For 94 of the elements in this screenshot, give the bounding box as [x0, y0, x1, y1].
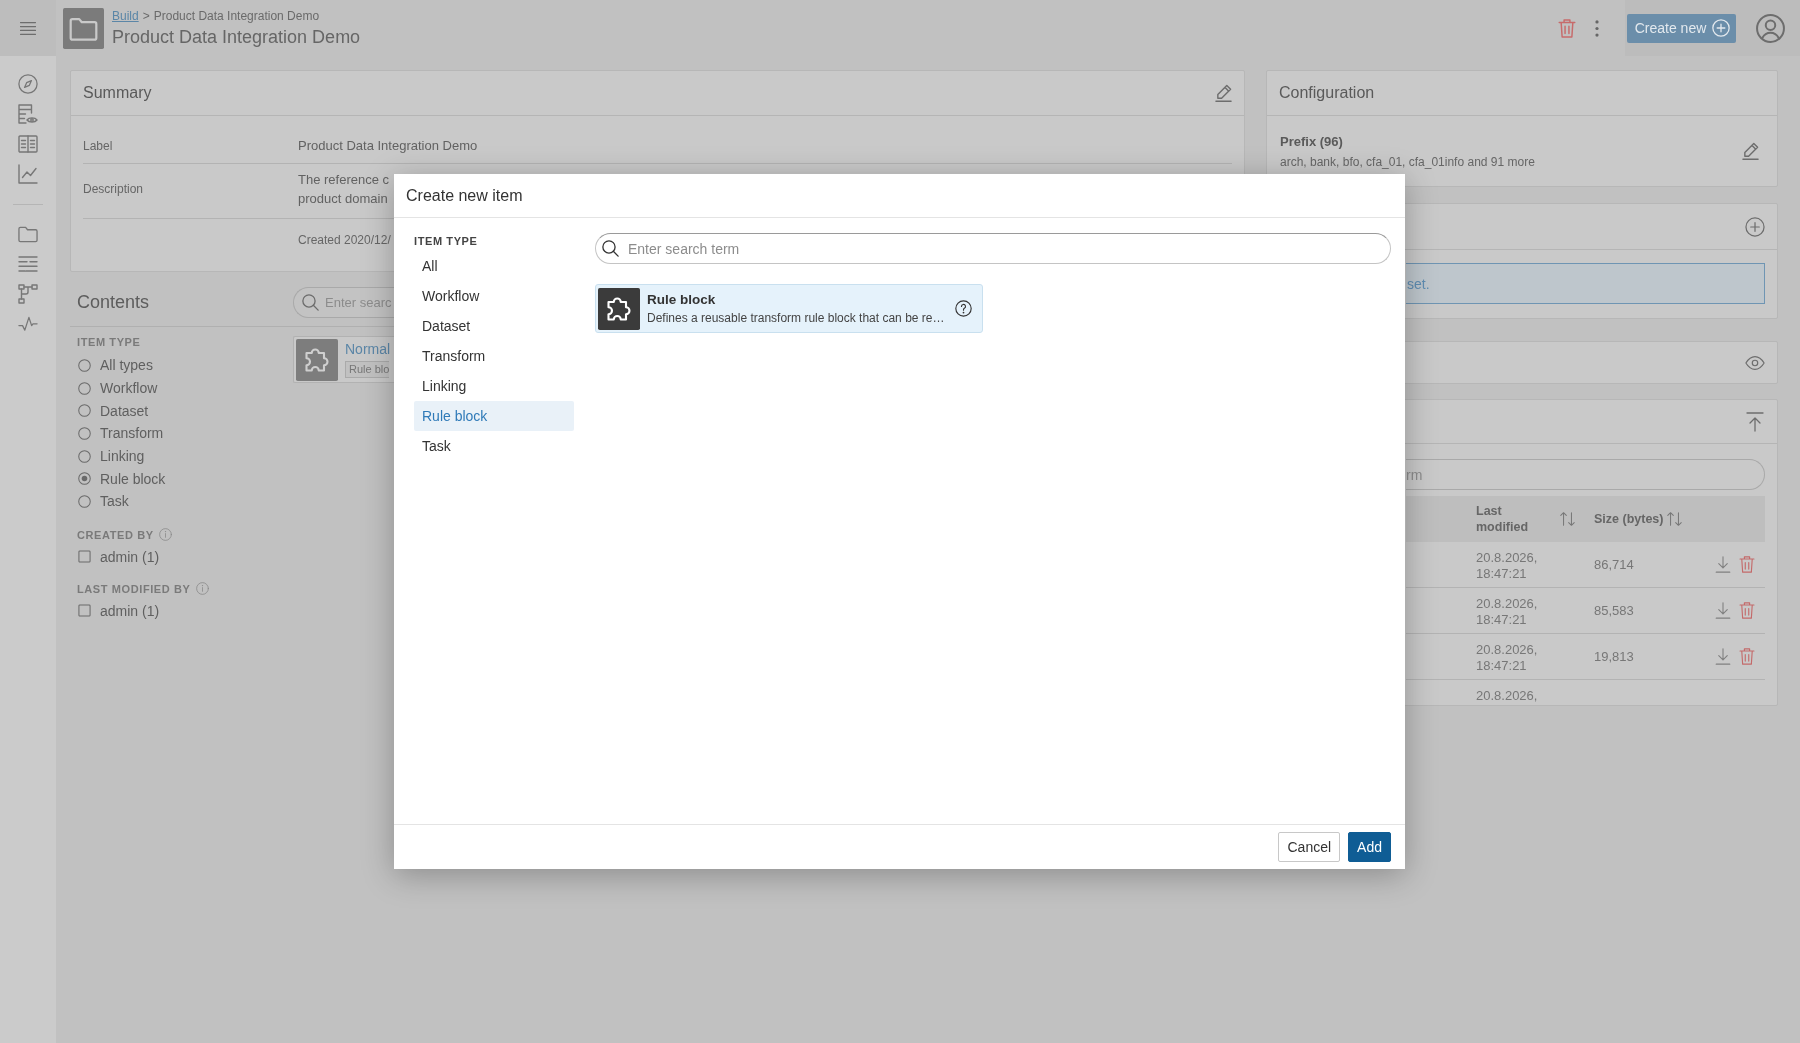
dialog-button[interactable]: Cancel [1278, 832, 1341, 862]
radio-button[interactable] [78, 404, 91, 418]
checkbox[interactable] [78, 550, 91, 564]
table-cell-text: 85,583 [1593, 602, 1635, 619]
prefix-title: Prefix (96) [1280, 132, 1344, 151]
radio-button[interactable] [78, 358, 91, 372]
search-field[interactable]: Enter search term [595, 233, 1391, 264]
page-title: Product Data Integration Demo [112, 25, 361, 48]
filter-title: ITEM TYPE [77, 336, 141, 348]
table-cell-text: 20.8.2026, 18:47:21 [1475, 549, 1539, 582]
filter-title: CREATED BY [77, 528, 154, 541]
radio-button[interactable] [78, 472, 91, 486]
folder-icon [63, 7, 104, 49]
breadcrumb-current: Product Data Integration Demo [153, 8, 320, 23]
option-label: Rule block [100, 470, 166, 487]
breadcrumb-separator: > [142, 8, 150, 23]
message-text: set. [1406, 275, 1430, 292]
option-label: Workflow [100, 380, 158, 397]
option-label: admin (1) [100, 602, 160, 619]
add-icon [1712, 19, 1731, 37]
trash-icon[interactable] [1739, 648, 1755, 665]
field-label: Description [83, 181, 144, 197]
radio-button[interactable] [78, 426, 91, 440]
item-type-option[interactable]: Linking [414, 371, 574, 401]
download-icon[interactable] [1715, 648, 1731, 665]
user-icon[interactable] [1756, 13, 1785, 43]
compass-icon[interactable] [18, 74, 38, 94]
search-icon [602, 240, 619, 257]
download-icon[interactable] [1715, 602, 1731, 619]
column-header: Last modified [1476, 503, 1530, 535]
menu-icon[interactable] [20, 21, 36, 35]
add-icon[interactable] [1745, 216, 1765, 237]
type-tag: Rule blo [345, 361, 390, 378]
checkbox[interactable] [78, 604, 91, 618]
result-description: Defines a reusable transform rule block that can be re… [647, 310, 945, 326]
prefix-values: arch, bank, bfo, cfa_01, cfa_01info and 91 more [1280, 153, 1535, 170]
info-icon[interactable] [158, 528, 172, 542]
search-field[interactable]: rm [1406, 459, 1765, 490]
trash-icon[interactable] [1739, 602, 1755, 619]
option-label: All types [100, 357, 153, 374]
option-label: Task [100, 493, 129, 510]
item-type-option[interactable]: Task [414, 431, 574, 461]
puzzle-icon [296, 339, 338, 381]
field-value: Product Data Integration Demo [298, 138, 478, 154]
item-type-option[interactable]: Transform [414, 341, 574, 371]
result-card[interactable]: Rule block Defines a reusable transform rule block that can be re… [595, 284, 983, 333]
filter-title: ITEM TYPE [414, 235, 479, 247]
dialog-button[interactable]: Add [1348, 832, 1391, 862]
table-cell-text: 20.8.2026, [1475, 687, 1539, 704]
filter-title: LAST MODIFIED BY [77, 582, 191, 595]
sort-icon[interactable] [1667, 511, 1683, 527]
field-label: Label [83, 138, 113, 154]
item-type-option[interactable]: All [414, 251, 574, 281]
folder-icon[interactable] [18, 224, 38, 244]
branch-icon[interactable] [18, 284, 38, 304]
edit-icon[interactable] [1742, 141, 1759, 161]
card-title: Summary [83, 84, 152, 102]
more-icon[interactable] [1595, 19, 1599, 37]
info-icon[interactable] [195, 582, 209, 596]
lines-icon[interactable] [18, 254, 38, 274]
puzzle-icon [598, 287, 640, 330]
radio-button[interactable] [78, 449, 91, 463]
option-label: Transform [100, 425, 164, 442]
table-cell-text: 20.8.2026, 18:47:21 [1475, 595, 1539, 628]
column-header: Size (bytes) [1594, 511, 1664, 527]
pulse-icon[interactable] [18, 314, 38, 334]
sort-icon[interactable] [1560, 511, 1575, 527]
radio-button[interactable] [78, 381, 91, 395]
item-type-option[interactable]: Rule block [414, 401, 574, 431]
table-cell-text: 86,714 [1593, 556, 1635, 573]
edit-icon[interactable] [1215, 83, 1232, 103]
item-type-option[interactable]: Dataset [414, 311, 574, 341]
table-icon[interactable] [18, 134, 38, 154]
dialog-title: Create new item [406, 186, 523, 205]
field-value: The reference c product domain [298, 171, 390, 208]
upload-icon[interactable] [1745, 411, 1765, 432]
card-title: Configuration [1279, 84, 1375, 102]
trash-icon[interactable] [1558, 18, 1576, 38]
item-type-option[interactable]: Workflow [414, 281, 574, 311]
download-icon[interactable] [1715, 556, 1731, 573]
created-date: Created 2020/12/ [298, 232, 391, 248]
table-cell-text: 20.8.2026, 18:47:21 [1475, 641, 1539, 674]
table-cell-text: 19,813 [1593, 648, 1635, 665]
trash-icon[interactable] [1739, 556, 1755, 573]
line-chart-icon[interactable] [18, 164, 38, 184]
search-icon [302, 294, 319, 311]
list-eye-icon[interactable] [18, 104, 38, 124]
help-icon[interactable] [955, 300, 972, 317]
option-label: admin (1) [100, 548, 160, 565]
radio-button[interactable] [78, 494, 91, 508]
result-title: Rule block [647, 291, 717, 309]
option-label: Dataset [100, 402, 149, 419]
option-label: Linking [100, 448, 145, 465]
section-title: Contents [76, 292, 151, 313]
